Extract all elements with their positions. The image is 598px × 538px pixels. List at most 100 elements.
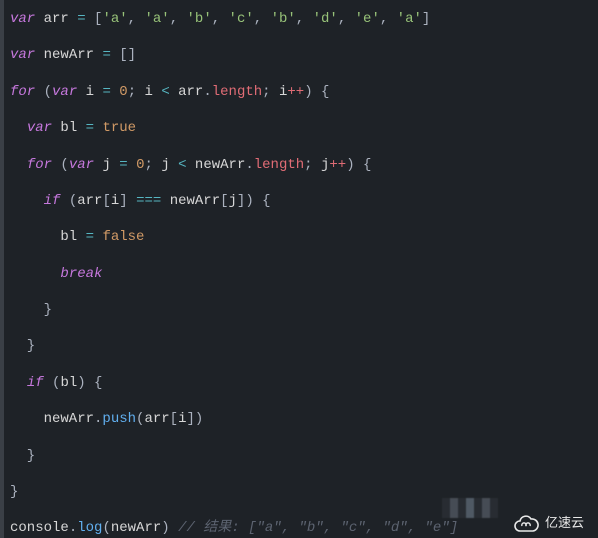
token-str: 'b': [271, 11, 296, 27]
token-punc: [: [102, 193, 110, 209]
token-id: i: [145, 84, 162, 100]
token-id: console: [10, 520, 69, 536]
code-line: [10, 65, 598, 83]
token-punc: .: [69, 520, 77, 536]
code-line: [10, 246, 598, 264]
token-id: bl: [60, 375, 77, 391]
code-line: [10, 137, 598, 155]
token-punc: ,: [338, 11, 355, 27]
token-punc: ;: [304, 157, 321, 173]
token-id: [10, 120, 27, 136]
token-punc: (: [52, 157, 69, 173]
token-punc: ]: [422, 11, 430, 27]
token-punc: [: [86, 11, 103, 27]
token-id: [10, 193, 44, 209]
token-punc: ,: [254, 11, 271, 27]
token-id: [10, 375, 27, 391]
token-punc: .: [203, 84, 211, 100]
token-op: =: [86, 120, 94, 136]
watermark: 亿速云: [513, 514, 584, 532]
code-line: [10, 465, 598, 483]
editor-gutter: [0, 0, 4, 538]
cloud-icon: [513, 514, 539, 532]
token-id: arr: [144, 411, 169, 427]
token-kw: break: [60, 266, 102, 282]
code-line: var newArr = []: [10, 46, 598, 64]
token-punc: ,: [296, 11, 313, 27]
token-op: =: [86, 229, 94, 245]
code-line: }: [10, 301, 598, 319]
token-punc: (: [35, 84, 52, 100]
token-kw: var: [10, 11, 35, 27]
token-id: arr: [35, 11, 77, 27]
token-punc: ) {: [77, 375, 102, 391]
token-id: newArr: [187, 157, 246, 173]
code-line: [10, 319, 598, 337]
token-punc: (: [102, 520, 110, 536]
token-id: bl: [10, 229, 86, 245]
token-punc: ,: [380, 11, 397, 27]
token-str: 'd': [313, 11, 338, 27]
token-str: 'a': [144, 11, 169, 27]
code-line: [10, 428, 598, 446]
token-punc: ,: [212, 11, 229, 27]
token-punc: ,: [170, 11, 187, 27]
code-line: console.log(newArr) // 结果: ["a", "b", "c…: [10, 519, 598, 537]
token-id: bl: [52, 120, 86, 136]
token-punc: ;: [262, 84, 279, 100]
code-line: newArr.push(arr[i]): [10, 410, 598, 428]
token-punc: }: [10, 338, 35, 354]
token-punc: [: [220, 193, 228, 209]
code-line: [10, 210, 598, 228]
token-id: newArr: [10, 411, 94, 427]
token-prop: length: [254, 157, 304, 173]
token-kw: for: [10, 84, 35, 100]
token-id: i: [111, 193, 119, 209]
code-line: if (arr[i] === newArr[j]) {: [10, 192, 598, 210]
token-id: arr: [77, 193, 102, 209]
token-punc: ]): [186, 411, 203, 427]
token-kw: var: [10, 47, 35, 63]
code-line: }: [10, 337, 598, 355]
token-num: 0: [136, 157, 144, 173]
token-id: newArr: [35, 47, 102, 63]
token-id: j: [161, 157, 178, 173]
token-bool: false: [102, 229, 144, 245]
code-line: [10, 174, 598, 192]
token-punc: }: [10, 484, 18, 500]
token-punc: ) {: [304, 84, 329, 100]
token-punc: (: [44, 375, 61, 391]
token-id: [10, 266, 60, 282]
code-block: var arr = ['a', 'a', 'b', 'c', 'b', 'd',…: [0, 0, 598, 537]
code-line: if (bl) {: [10, 374, 598, 392]
token-punc: []: [111, 47, 136, 63]
token-id: [128, 157, 136, 173]
token-prop: length: [212, 84, 262, 100]
token-punc: ]) {: [237, 193, 271, 209]
token-id: j: [94, 157, 119, 173]
token-plus2: ++: [287, 84, 304, 100]
token-punc: }: [10, 302, 52, 318]
token-op: =: [102, 47, 110, 63]
token-kw: var: [27, 120, 52, 136]
token-op: <: [161, 84, 169, 100]
code-line: [10, 283, 598, 301]
token-str: 'a': [397, 11, 422, 27]
token-str: 'e': [355, 11, 380, 27]
token-punc: ;: [128, 84, 145, 100]
token-id: arr: [170, 84, 204, 100]
token-id: j: [229, 193, 237, 209]
code-line: [10, 101, 598, 119]
watermark-text: 亿速云: [545, 515, 584, 532]
code-line: for (var i = 0; i < arr.length; i++) {: [10, 83, 598, 101]
token-punc: ): [161, 520, 178, 536]
token-cmt: // 结果: ["a", "b", "c", "d", "e"]: [178, 520, 458, 536]
token-punc: }: [10, 448, 35, 464]
token-op: =: [102, 84, 110, 100]
code-line: [10, 356, 598, 374]
code-line: break: [10, 265, 598, 283]
token-plus2: ++: [329, 157, 346, 173]
token-punc: ]: [119, 193, 136, 209]
pixelation-overlay: [442, 498, 498, 518]
code-line: for (var j = 0; j < newArr.length; j++) …: [10, 156, 598, 174]
